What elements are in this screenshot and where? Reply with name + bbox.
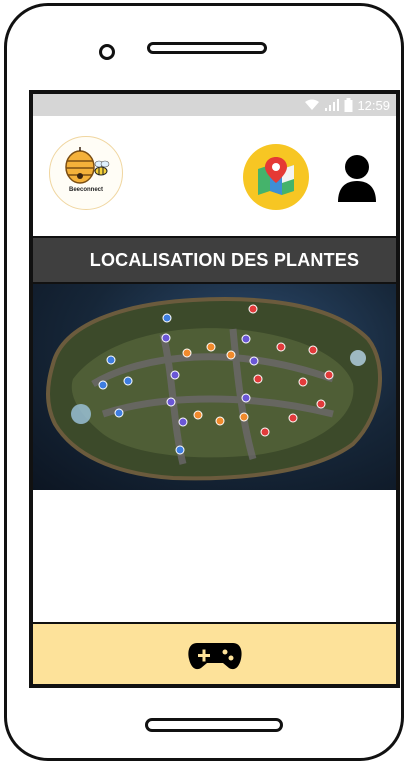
battery-icon [344,98,353,112]
status-time: 12:59 [357,97,390,113]
logo-text: Beeconnect [68,187,103,193]
earpiece-speaker [147,42,267,54]
wifi-icon [304,99,320,111]
app-header: Beeconnect [33,116,396,236]
home-button[interactable] [145,718,283,732]
phone-frame: 12:59 Beeconnect LOCALISATION DES PLANTE… [4,3,404,761]
map-pin-icon [258,157,294,195]
page-title-bar: LOCALISATION DES PLANTES [33,236,396,284]
app-screen: 12:59 Beeconnect LOCALISATION DES PLANTE… [29,90,400,688]
front-camera [99,44,115,60]
user-icon [338,155,376,202]
footer-bar [33,622,396,684]
profile-button[interactable] [335,154,379,204]
map-button[interactable] [243,144,309,210]
beehive-icon [65,147,110,184]
signal-icon [324,99,340,111]
page-title: LOCALISATION DES PLANTES [89,249,360,270]
status-bar: 12:59 [33,94,396,116]
plant-map-image[interactable] [33,284,396,490]
app-logo: Beeconnect [49,136,123,210]
gamepad-icon[interactable] [187,639,243,673]
